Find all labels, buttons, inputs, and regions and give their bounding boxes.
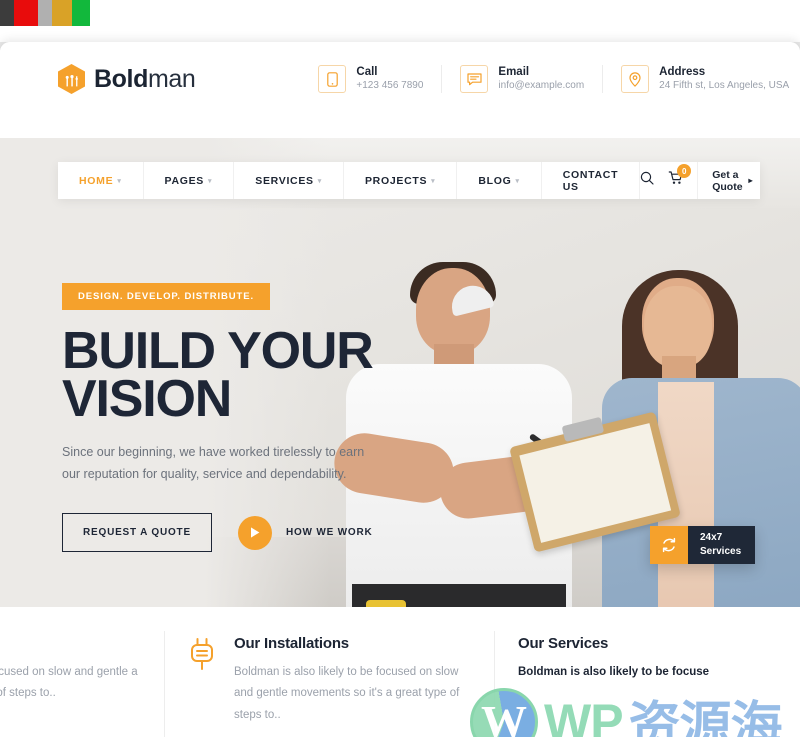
pin-icon [621, 65, 650, 93]
website-page: Boldman Call +123 456 7890 Email info@ex… [0, 42, 800, 737]
nav-tools: 0 Get a Quote ▸ [640, 162, 762, 199]
badge-24x7-line1: 24x7 [700, 532, 723, 543]
service-card-2-heading: Our Installations [234, 635, 349, 652]
contact-email[interactable]: Email info@example.com [441, 65, 602, 93]
chevron-down-icon: ▾ [515, 177, 520, 185]
service-card-3[interactable]: Our Services Boldman is also likely to b… [494, 607, 800, 737]
swatch-grey [38, 0, 52, 26]
service-card-1-link[interactable]: » [0, 719, 140, 730]
color-swatches [0, 0, 90, 26]
contact-address-title: Address [659, 66, 706, 79]
chevron-down-icon: ▾ [317, 177, 322, 185]
phone-icon [318, 65, 347, 93]
hexagon-tools-icon [58, 64, 85, 94]
hero-title-line2: VISION [62, 369, 232, 428]
service-card-3-heading: Our Services [518, 635, 609, 652]
browser-color-strip [0, 0, 800, 26]
site-header: Boldman Call +123 456 7890 Email info@ex… [0, 42, 800, 116]
nav-item-services[interactable]: SERVICES ▾ [234, 162, 344, 199]
nav-item-projects-label: PROJECTS [364, 174, 428, 187]
nav-item-pages[interactable]: PAGES ▾ [144, 162, 235, 199]
chevron-down-icon: ▾ [431, 177, 436, 185]
contact-call-value: +123 456 7890 [356, 80, 424, 92]
service-card-2-text: Boldman is also likely to be focused on … [234, 666, 460, 721]
badge-24x7-line2: Services [700, 545, 742, 557]
nav-item-blog[interactable]: BLOG ▾ [457, 162, 542, 199]
service-card-1-text: ely to be focused on slow and gentle a g… [0, 666, 138, 700]
swatch-green [72, 0, 90, 26]
nav-item-projects[interactable]: PROJECTS ▾ [344, 162, 458, 199]
request-a-quote-button[interactable]: REQUEST A QUOTE [62, 513, 212, 553]
nav-item-contact-us[interactable]: CONTACT US [542, 162, 641, 199]
cart-icon[interactable]: 0 [668, 164, 692, 190]
swatch-dark [0, 0, 14, 26]
nav-item-contact-us-label: CONTACT US [562, 168, 619, 193]
hero-eyebrow: DESIGN. DEVELOP. DISTRIBUTE. [62, 283, 270, 310]
service-card-1-heading: pened [0, 635, 140, 652]
plug-icon [188, 635, 218, 737]
logo-light: man [147, 64, 196, 93]
arrow-right-icon: ▸ [748, 176, 753, 185]
get-a-quote-button[interactable]: Get a Quote ▸ [697, 162, 753, 199]
contact-email-value: info@example.com [498, 80, 585, 92]
hero-subtitle: Since our beginning, we have worked tire… [62, 444, 365, 481]
badge-24x7-text: 24x7 Services [688, 526, 756, 564]
contact-call-title: Call [356, 66, 378, 79]
nav-item-home-label: HOME [79, 174, 114, 187]
search-icon[interactable] [640, 171, 654, 190]
refresh-icon [650, 526, 688, 564]
swatch-amber [52, 0, 72, 26]
strip-shadow [0, 26, 800, 30]
hero-actions: REQUEST A QUOTE HOW WE WORK [62, 513, 373, 553]
badge-24x7-services: 24x7 Services [650, 526, 756, 564]
hero-title-line1: BUILD YOUR [62, 322, 374, 380]
nav-item-services-label: SERVICES [255, 174, 314, 187]
contact-address[interactable]: Address 24 Fifth st, Los Angeles, USA [602, 65, 800, 93]
chevron-down-icon: ▾ [117, 177, 122, 185]
logo-bold: Bold [94, 64, 148, 93]
how-we-work-label: HOW WE WORK [285, 527, 373, 539]
get-a-quote-label: Get a Quote [712, 168, 743, 193]
nav-item-pages-label: PAGES [164, 174, 205, 187]
header-contacts: Call +123 456 7890 Email info@example.co… [300, 65, 800, 93]
hero-title: BUILD YOUR VISION [62, 322, 374, 428]
service-card-3-text: Boldman is also likely to be focuse [518, 666, 710, 678]
contact-call[interactable]: Call +123 456 7890 [300, 65, 441, 93]
how-we-work-video[interactable]: HOW WE WORK [237, 515, 373, 550]
nav-item-blog-label: BLOG [478, 174, 512, 187]
swatch-red [14, 0, 38, 26]
contact-email-title: Email [498, 66, 530, 79]
hero-content: DESIGN. DEVELOP. DISTRIBUTE. BUILD YOUR … [62, 283, 374, 553]
nav-item-home[interactable]: HOME ▾ [58, 162, 144, 199]
service-card-1[interactable]: pened ely to be focused on slow and gent… [0, 607, 164, 737]
logo-text: Boldman [94, 64, 196, 94]
chevron-down-icon: ▾ [208, 177, 213, 185]
main-navigation: HOME ▾ PAGES ▾ SERVICES ▾ PROJECTS ▾ BLO… [58, 162, 760, 199]
contact-address-value: 24 Fifth st, Los Angeles, USA [659, 80, 790, 92]
cart-count-badge: 0 [677, 164, 692, 178]
site-logo[interactable]: Boldman [58, 64, 196, 94]
service-card-2[interactable]: Our Installations Boldman is also likely… [164, 607, 494, 737]
service-cards: pened ely to be focused on slow and gent… [0, 607, 800, 737]
play-icon [237, 515, 272, 550]
message-icon [460, 65, 489, 93]
